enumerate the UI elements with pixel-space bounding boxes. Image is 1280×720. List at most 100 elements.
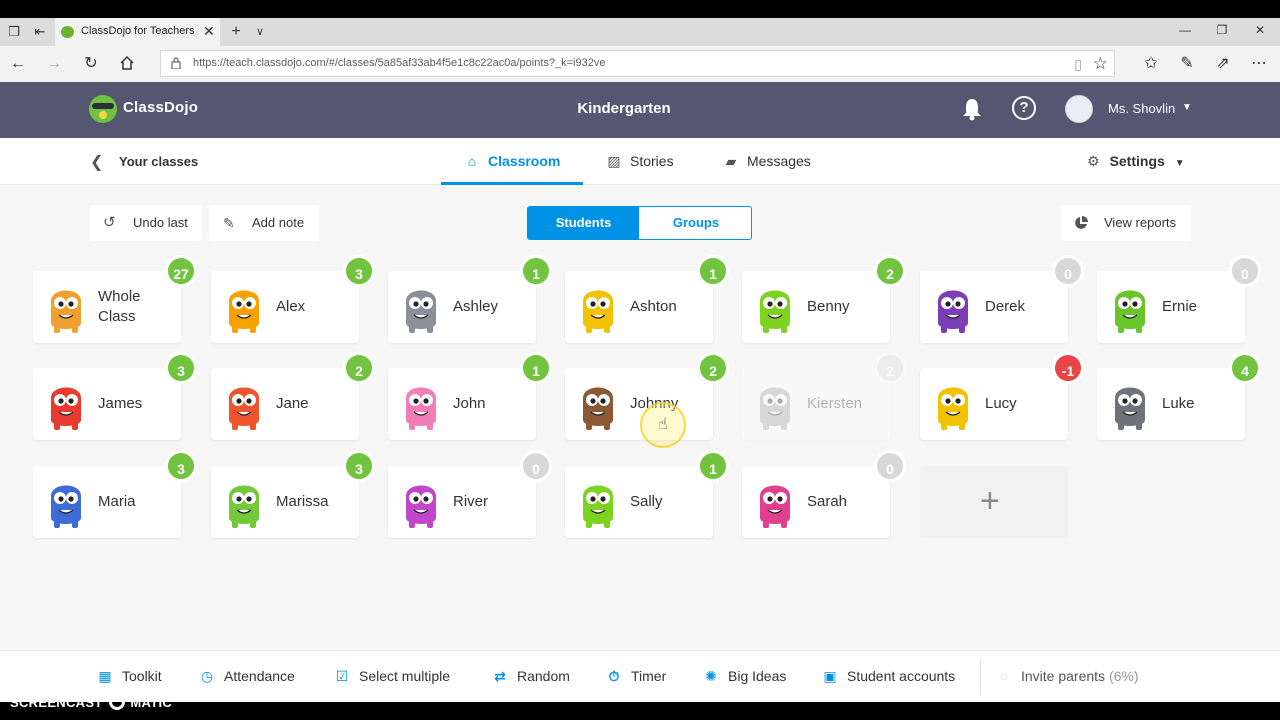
pen-icon[interactable]: ✎	[1177, 55, 1197, 73]
student-card[interactable]: Marissa	[211, 466, 359, 538]
student-name: Maria	[98, 493, 136, 510]
tab-stories[interactable]: ▨ Stories	[605, 153, 674, 170]
grid-icon: ▦	[98, 668, 112, 684]
student-card[interactable]: Derek	[920, 271, 1068, 343]
new-tab-icon[interactable]: +	[228, 24, 244, 40]
restore-icon[interactable]: ❐	[1212, 23, 1232, 37]
points-badge: 0	[1052, 255, 1084, 287]
points-badge: 4	[1229, 352, 1261, 384]
forward-arrow-icon[interactable]: →	[44, 55, 64, 73]
student-accounts-label: Student accounts	[847, 668, 956, 684]
checkbox-icon: ☑	[335, 668, 349, 684]
points-badge: 2	[343, 352, 375, 384]
timer-button[interactable]: ⏱ Timer	[605, 668, 667, 685]
student-card[interactable]: Sarah	[742, 466, 890, 538]
student-card[interactable]: Maria	[33, 466, 181, 538]
student-name: Lucy	[985, 395, 1017, 412]
home-icon[interactable]	[117, 55, 137, 73]
points-badge: 0	[874, 450, 906, 482]
gear-icon: ⚙	[1087, 153, 1100, 169]
notification-bell-icon[interactable]	[961, 97, 983, 121]
points-badge: 1	[697, 255, 729, 287]
student-card[interactable]: Whole Class	[33, 271, 181, 343]
favorite-star-icon[interactable]: ☆	[1093, 54, 1108, 74]
view-reports-button[interactable]: View reports	[1061, 205, 1191, 241]
tab-manager-icon[interactable]: ❐	[6, 24, 22, 40]
points-badge: -1	[1052, 352, 1084, 384]
points-badge: 27	[165, 255, 197, 287]
monster-avatar-icon	[760, 485, 790, 528]
attendance-label: Attendance	[224, 668, 295, 684]
monster-avatar-icon	[51, 290, 81, 333]
add-student-card[interactable]: +	[920, 466, 1068, 538]
students-toggle[interactable]: Students	[528, 207, 639, 239]
student-name: John	[453, 395, 486, 412]
add-note-button[interactable]: ✎ Add note	[209, 205, 319, 241]
more-icon[interactable]: ⋯	[1249, 55, 1269, 73]
student-card[interactable]: River	[388, 466, 536, 538]
points-badge: 0	[520, 450, 552, 482]
tab-classroom[interactable]: ⌂ Classroom	[463, 153, 561, 169]
student-card[interactable]: Ashton	[565, 271, 713, 343]
student-card[interactable]: Jane	[211, 368, 359, 440]
tab-list-chevron-icon[interactable]: ∨	[252, 24, 268, 40]
url-field[interactable]: https://teach.classdojo.com/#/classes/5a…	[160, 50, 1115, 77]
tab-label: Stories	[630, 153, 674, 169]
shuffle-icon: ⇄	[494, 668, 506, 684]
toolkit-button[interactable]: ▦ Toolkit	[96, 668, 162, 685]
class-navigation: ❮ Your classes ⌂ Classroom ▨ Stories ▰ Mess…	[0, 138, 1280, 185]
random-button[interactable]: ⇄ Random	[491, 668, 570, 685]
favorites-icon[interactable]: ✩	[1141, 55, 1161, 73]
app-header: ClassDojo Kindergarten ? Ms. Shovlin ▼	[0, 82, 1280, 138]
attendance-button[interactable]: ◷ Attendance	[198, 668, 295, 685]
close-tab-icon[interactable]: ✕	[203, 23, 215, 40]
student-card[interactable]: John	[388, 368, 536, 440]
watermark-recorded: RECORDED WITH	[10, 682, 79, 691]
student-card[interactable]: Ashley	[388, 271, 536, 343]
teacher-name[interactable]: Ms. Shovlin	[1108, 101, 1175, 116]
select-multiple-label: Select multiple	[359, 668, 451, 684]
back-arrow-icon[interactable]: ←	[8, 55, 28, 73]
toolkit-label: Toolkit	[122, 668, 162, 684]
help-icon[interactable]: ?	[1012, 96, 1036, 120]
student-card[interactable]: James	[33, 368, 181, 440]
student-name: Whole Class	[98, 288, 141, 325]
student-card[interactable]: Alex	[211, 271, 359, 343]
teacher-avatar[interactable]	[1065, 95, 1093, 123]
reading-view-icon[interactable]: ▯	[1074, 56, 1082, 73]
chevron-left-icon[interactable]: ❮	[90, 152, 103, 172]
monster-avatar-icon	[1115, 290, 1145, 333]
points-badge: 3	[343, 450, 375, 482]
invite-parents-button[interactable]: ◌ Invite parents (6%)	[995, 668, 1139, 684]
undo-last-button[interactable]: ↺ Undo last	[90, 205, 202, 241]
account-caret-icon[interactable]: ▼	[1182, 102, 1192, 113]
monster-avatar-icon	[583, 387, 613, 430]
tab-messages[interactable]: ▰ Messages	[722, 153, 811, 170]
student-card[interactable]: Johnny	[565, 368, 713, 440]
monster-avatar-icon	[583, 290, 613, 333]
student-card[interactable]: Lucy	[920, 368, 1068, 440]
your-classes-link[interactable]: Your classes	[119, 154, 198, 169]
settings-menu[interactable]: ⚙ Settings ▼	[1087, 153, 1185, 170]
plus-icon: +	[980, 482, 1000, 520]
points-badge: 3	[343, 255, 375, 287]
close-window-icon[interactable]: ✕	[1250, 23, 1270, 37]
student-card[interactable]: Sally	[565, 466, 713, 538]
student-card-icon: ▣	[823, 668, 837, 684]
student-card[interactable]: Kiersten	[742, 368, 890, 440]
student-card[interactable]: Luke	[1097, 368, 1245, 440]
student-accounts-button[interactable]: ▣ Student accounts	[821, 668, 955, 685]
monster-avatar-icon	[51, 387, 81, 430]
minimize-icon[interactable]: —	[1175, 23, 1195, 37]
share-icon[interactable]: ⇗	[1213, 55, 1233, 73]
points-badge: 1	[520, 255, 552, 287]
big-ideas-button[interactable]: ✺ Big Ideas	[702, 668, 786, 685]
student-card[interactable]: Ernie	[1097, 271, 1245, 343]
student-name: Alex	[276, 298, 306, 315]
select-multiple-button[interactable]: ☑ Select multiple	[333, 668, 450, 685]
groups-toggle[interactable]: Groups	[640, 207, 751, 239]
browser-tab[interactable]: ClassDojo for Teachers ✕	[55, 18, 220, 46]
set-aside-tabs-icon[interactable]: ⇤	[32, 24, 48, 40]
refresh-icon[interactable]: ↻	[81, 55, 101, 73]
student-card[interactable]: Benny	[742, 271, 890, 343]
